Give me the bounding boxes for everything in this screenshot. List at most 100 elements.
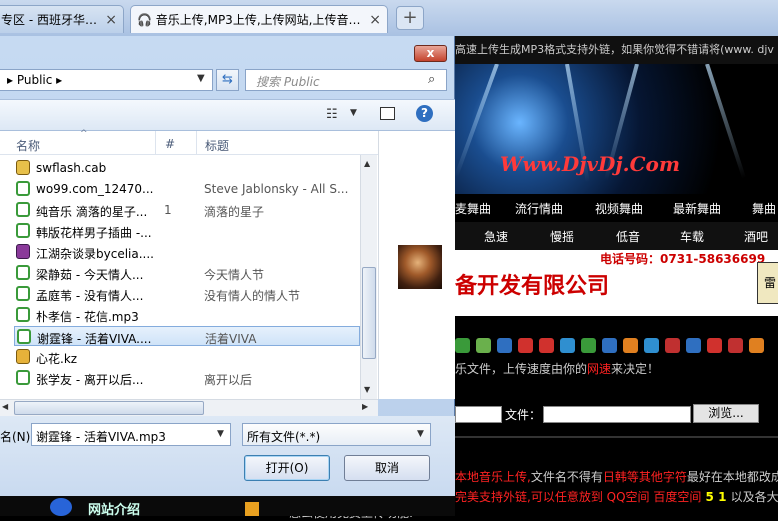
file-title: Steve Jablonsky - All S...: [204, 182, 349, 196]
new-tab-button[interactable]: +: [396, 6, 424, 30]
close-icon[interactable]: ×: [105, 12, 117, 28]
nav-link[interactable]: 麦舞曲: [455, 200, 491, 217]
scroll-up-icon[interactable]: ▲: [364, 159, 370, 168]
nav-link[interactable]: 酒吧: [744, 228, 768, 245]
audio-file-icon: [16, 202, 30, 217]
share-icon[interactable]: [539, 338, 554, 353]
share-icon[interactable]: [707, 338, 722, 353]
file-title: 没有情人的情人节: [204, 289, 301, 303]
file-row-selected[interactable]: 谢霆锋 - 活着VIVA.... 活着VIVA: [14, 326, 360, 346]
nav-link[interactable]: 慢摇: [550, 228, 574, 245]
breadcrumb-item[interactable]: Public: [17, 73, 53, 87]
share-icon[interactable]: [686, 338, 701, 353]
file-row[interactable]: 张学友 - 离开以后... 离开以后: [14, 368, 360, 388]
webpage: 高速上传生成MP3格式支持外链，如果你觉得不错请将(www. djv Www.D…: [289, 36, 778, 520]
upload-name-input[interactable]: [455, 406, 502, 423]
vertical-scrollbar[interactable]: ▲ ▼: [360, 155, 377, 399]
nav-link[interactable]: 最新舞曲: [673, 200, 721, 217]
file-name: wo99.com_12470...: [36, 182, 154, 196]
column-divider[interactable]: [155, 131, 156, 155]
file-row[interactable]: 心花.kz: [14, 347, 360, 367]
file-row[interactable]: 梁静茹 - 今天情人... 今天情人节: [14, 263, 360, 283]
file-row[interactable]: 纯音乐 滴落的星子... 1 滴落的星子: [14, 200, 360, 220]
column-header-name[interactable]: 名称: [16, 137, 40, 154]
share-icon[interactable]: [560, 338, 575, 353]
upload-rules-line: 本地音乐上传,文件名不得有日韩等其他字符最好在本地都改成: [455, 468, 778, 485]
search-icon[interactable]: ⌕: [428, 72, 435, 87]
views-icon[interactable]: ☷: [326, 107, 338, 122]
share-icon[interactable]: [623, 338, 638, 353]
filename-input[interactable]: 谢霆锋 - 活着VIVA.mp3 ▼: [31, 423, 231, 446]
breadcrumb[interactable]: ▸ Public ▸: [7, 73, 62, 87]
column-divider[interactable]: [196, 131, 197, 155]
nav-link[interactable]: 低音: [616, 228, 640, 245]
filename-value[interactable]: 谢霆锋 - 活着VIVA.mp3: [36, 428, 166, 445]
dialog-footer: 名(N): 谢霆锋 - 活着VIVA.mp3 ▼ 所有文件(*.*) ▼ 打开(…: [0, 416, 455, 496]
kz-file-icon: [16, 349, 30, 364]
file-row[interactable]: 孟庭苇 - 没有情人... 没有情人的情人节: [14, 284, 360, 304]
browser-tab-active[interactable]: 🎧 音乐上传,MP3上传,上传网站,上传音… ×: [130, 5, 388, 33]
nav-link[interactable]: 流行情曲: [515, 200, 563, 217]
share-icon[interactable]: [728, 338, 743, 353]
nav-link[interactable]: 车载: [680, 228, 704, 245]
upload-file-input[interactable]: [543, 406, 691, 423]
nav-link[interactable]: 视频舞曲: [595, 200, 643, 217]
file-row[interactable]: 江湖杂谈录bycelia....: [14, 242, 360, 262]
refresh-button[interactable]: ⇆: [216, 69, 239, 91]
notice-highlight: 网速: [587, 362, 612, 376]
site-logo: Www.DjvDj.Com: [500, 152, 681, 176]
file-row[interactable]: swflash.cab: [14, 158, 360, 178]
file-row[interactable]: 韩版花样男子插曲 -...: [14, 221, 360, 241]
share-icon[interactable]: [665, 338, 680, 353]
share-icon[interactable]: [455, 338, 470, 353]
chevron-down-icon[interactable]: ▼: [350, 108, 357, 118]
share-icon[interactable]: [644, 338, 659, 353]
audio-file-icon: [17, 329, 31, 344]
chevron-down-icon[interactable]: ▼: [417, 429, 424, 439]
cancel-button[interactable]: 取消: [344, 455, 430, 481]
scroll-right-icon[interactable]: ▶: [362, 402, 368, 411]
ad-banner[interactable]: 电话号码：0731-58636699 备开发有限公司 雷: [455, 250, 778, 316]
share-icon[interactable]: [476, 338, 491, 353]
ad-phone: 电话号码：0731-58636699: [600, 252, 766, 266]
browser-tab[interactable]: 专区 - 西班牙华… ×: [0, 5, 124, 33]
browse-button[interactable]: 浏览...: [693, 404, 759, 423]
filetype-select[interactable]: 所有文件(*.*) ▼: [242, 423, 431, 446]
album-art-thumbnail: [398, 245, 442, 289]
nav-link[interactable]: 急速: [484, 228, 508, 245]
file-list: ^ 名称 # 标题 swflash.cab wo99.com_12470... …: [0, 129, 378, 399]
nav-link[interactable]: 舞曲: [752, 200, 776, 217]
share-icon[interactable]: [497, 338, 512, 353]
horizontal-scrollbar[interactable]: ◀ ▶: [0, 399, 378, 416]
dropdown-icon[interactable]: [245, 502, 259, 516]
close-icon[interactable]: ×: [369, 12, 381, 28]
light-beam: [455, 64, 499, 178]
preview-pane-icon[interactable]: [380, 107, 395, 120]
chevron-down-icon[interactable]: ▼: [217, 429, 224, 439]
site-intro-link[interactable]: 网站介绍: [88, 499, 140, 518]
close-button[interactable]: x: [414, 45, 447, 62]
search-input[interactable]: 搜索 Public: [256, 73, 320, 90]
share-icon[interactable]: [518, 338, 533, 353]
file-name: 孟庭苇 - 没有情人...: [36, 289, 144, 303]
scroll-down-icon[interactable]: ▼: [364, 385, 370, 394]
filetype-value[interactable]: 所有文件(*.*): [247, 428, 320, 445]
chevron-down-icon[interactable]: ▼: [197, 73, 205, 84]
share-icon[interactable]: [602, 338, 617, 353]
file-row[interactable]: 朴孝信 - 花信.mp3: [14, 305, 360, 325]
scrollbar-thumb[interactable]: [14, 401, 204, 415]
share-icon[interactable]: [581, 338, 596, 353]
play-icon[interactable]: [50, 498, 72, 516]
column-header-number[interactable]: #: [165, 137, 175, 151]
address-bar[interactable]: ▸ Public ▸ ▼: [0, 69, 213, 91]
scrollbar-thumb[interactable]: [362, 267, 376, 359]
file-title: 滴落的星子: [204, 205, 265, 219]
file-row[interactable]: wo99.com_12470... Steve Jablonsky - All …: [14, 179, 360, 199]
search-box[interactable]: 搜索 Public ⌕: [245, 69, 447, 91]
page-top-banner-text: 高速上传生成MP3格式支持外链，如果你觉得不错请将(www. djv: [455, 36, 778, 64]
column-header-title[interactable]: 标题: [205, 137, 229, 154]
open-button[interactable]: 打开(O): [244, 455, 330, 481]
scroll-left-icon[interactable]: ◀: [2, 402, 8, 411]
help-icon[interactable]: ?: [416, 105, 433, 122]
share-icon[interactable]: [749, 338, 764, 353]
